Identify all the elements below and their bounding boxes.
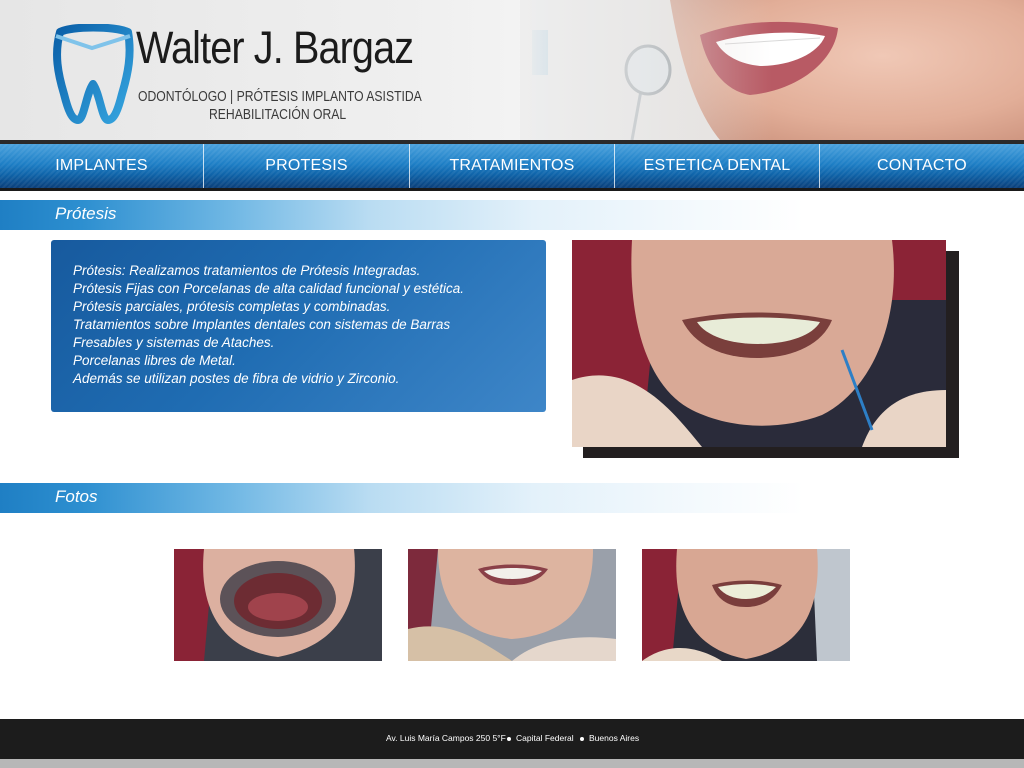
bullet-icon <box>580 737 584 741</box>
hero-smile-image <box>520 0 1024 140</box>
photo-thumbnail-3[interactable] <box>642 549 850 661</box>
section-title: Fotos <box>55 487 98 506</box>
main-nav: IMPLANTES PROTESIS TRATAMIENTOS ESTETICA… <box>0 144 1024 188</box>
photo-thumbnail-1[interactable] <box>174 549 382 661</box>
protesis-description-panel: Prótesis: Realizamos tratamientos de Pró… <box>51 240 546 412</box>
tooth-logo-icon[interactable] <box>52 24 134 124</box>
photo-thumbnail-2[interactable] <box>408 549 616 661</box>
brand-tagline-secondary: REHABILITACIÓN ORAL <box>209 107 347 123</box>
nav-item-contacto[interactable]: CONTACTO <box>820 144 1024 188</box>
nav-item-protesis[interactable]: PROTESIS <box>204 144 410 188</box>
nav-bottom-border <box>0 188 1024 191</box>
brand-name: Walter J. Bargaz <box>136 22 414 73</box>
protesis-section-header: Prótesis <box>0 200 820 230</box>
description-line: Porcelanas libres de Metal. <box>73 353 236 368</box>
site-header: Walter J. Bargaz ODONTÓLOGO | PRÓTESIS I… <box>0 0 1024 140</box>
fotos-section-header: Fotos <box>0 483 820 513</box>
description-line: Además se utilizan postes de fibra de vi… <box>73 371 400 386</box>
description-line: Prótesis parciales, prótesis completas y… <box>73 299 391 314</box>
bullet-icon <box>507 737 511 741</box>
footer-address: Av. Luis María Campos 250 5°F <box>386 733 506 743</box>
brand-tagline: ODONTÓLOGO | PRÓTESIS IMPLANTO ASISTIDA <box>138 89 422 105</box>
description-line: Fresables y sistemas de Ataches. <box>73 335 275 350</box>
footer-province: Buenos Aires <box>589 733 640 743</box>
description-line: Prótesis Fijas con Porcelanas de alta ca… <box>73 281 464 296</box>
main-patient-photo <box>572 240 946 447</box>
nav-item-implantes[interactable]: IMPLANTES <box>0 144 204 188</box>
description-line: Tratamientos sobre Implantes dentales co… <box>73 317 451 332</box>
nav-item-tratamientos[interactable]: TRATAMIENTOS <box>410 144 615 188</box>
nav-item-estetica-dental[interactable]: ESTETICA DENTAL <box>615 144 820 188</box>
site-footer: Av. Luis María Campos 250 5°F Capital Fe… <box>0 719 1024 759</box>
description-line: Prótesis: Realizamos tratamientos de Pró… <box>73 263 421 278</box>
footer-city: Capital Federal <box>516 733 574 743</box>
footer-bottom-strip <box>0 759 1024 768</box>
section-title: Prótesis <box>55 204 117 223</box>
